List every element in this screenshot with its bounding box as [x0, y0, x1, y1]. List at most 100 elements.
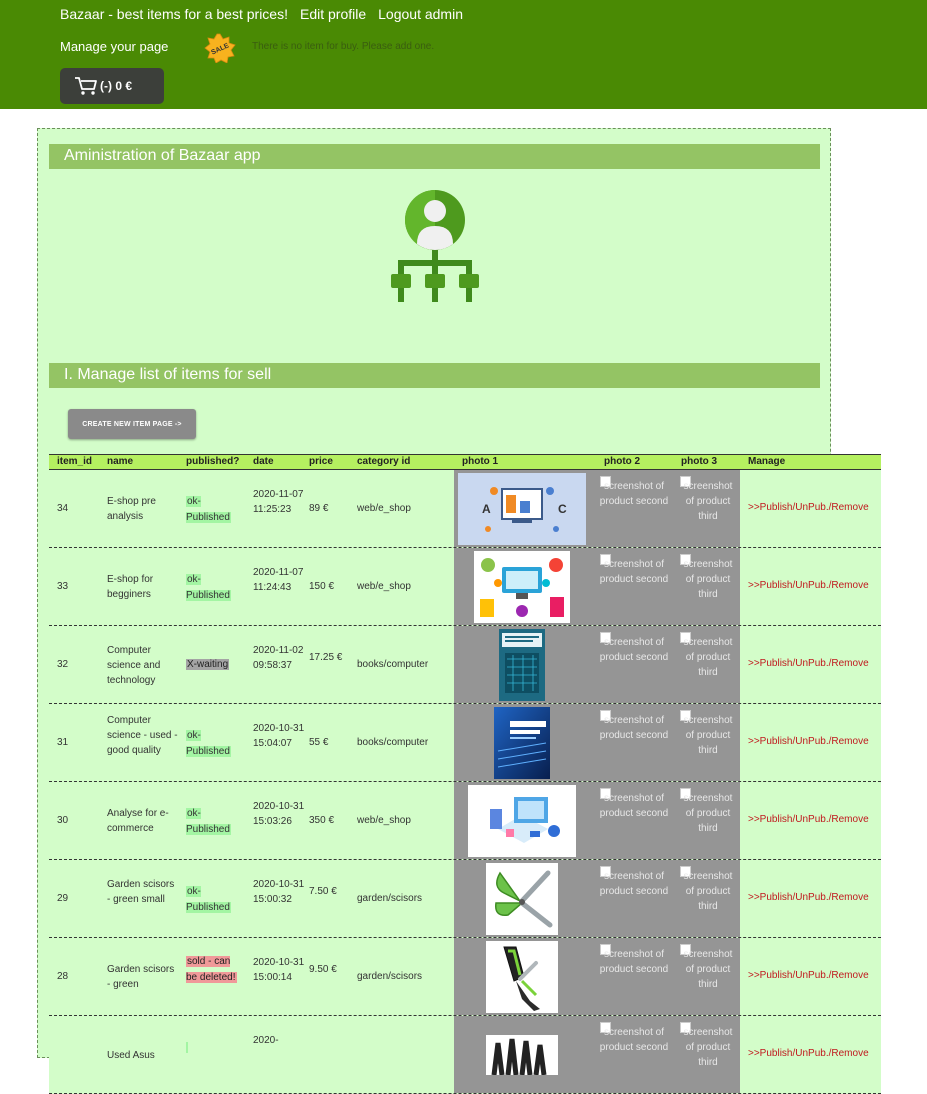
item-name: E-shop pre analysis — [107, 496, 156, 522]
item-id: 28 — [57, 971, 69, 982]
home-link[interactable]: Bazaar - best items for a best prices! — [60, 6, 288, 22]
manage-page-link[interactable]: Manage your page — [60, 39, 168, 54]
photo2-alt: screenshot of product second — [599, 637, 669, 663]
item-price: 7.50 € — [309, 886, 337, 897]
item-id: 29 — [57, 893, 69, 904]
publish-remove-link[interactable]: >>Publish/UnPub./Remove — [748, 502, 869, 513]
publish-status-cell: ok-Published — [186, 494, 242, 526]
photo2-cell: screenshot of product second — [590, 1016, 676, 1093]
item-name: Computer science and technology — [107, 644, 161, 686]
edit-profile-link[interactable]: Edit profile — [300, 6, 366, 22]
product-photo-1[interactable] — [486, 940, 558, 1013]
publish-remove-link[interactable]: >>Publish/UnPub./Remove — [748, 814, 869, 825]
admin-hierarchy-icon — [391, 190, 479, 302]
photo1-cell: AC — [454, 470, 590, 547]
table-row: Used Asus 2020- screenshot of product seco… — [49, 1016, 881, 1094]
photo2-cell: screenshot of product second — [590, 938, 676, 1015]
item-price: 350 € — [309, 815, 335, 826]
table-row: 34 E-shop pre analysis ok-Published 2020-11… — [49, 470, 881, 548]
item-category: web/e_shop — [357, 503, 411, 514]
photo3-cell: screenshot of product third — [676, 704, 740, 781]
photo2-alt: screenshot of product second — [599, 949, 669, 975]
product-photo-1[interactable] — [486, 862, 558, 935]
photo3-alt: screenshot of product third — [683, 481, 733, 522]
publish-status-cell: ok-Published — [186, 884, 242, 916]
photo1-cell — [454, 704, 590, 781]
product-photo-1[interactable] — [494, 706, 550, 779]
col-manage: Manage — [748, 456, 786, 467]
table-row: 29 Garden scisors - green small ok-Publish… — [49, 860, 881, 938]
cart-button[interactable]: (-) 0 € — [60, 68, 164, 104]
photo2-alt: screenshot of product second — [599, 793, 669, 819]
photo2-cell: screenshot of product second — [590, 704, 676, 781]
product-photo-1[interactable] — [499, 628, 545, 701]
photo1-cell — [454, 860, 590, 937]
publish-status-cell: sold - can be deleted! — [186, 954, 242, 986]
col-photo2: photo 2 — [604, 456, 641, 467]
photo2-alt: screenshot of product second — [599, 559, 669, 585]
photo2-cell: screenshot of product second — [590, 782, 676, 859]
publish-status-badge: ok-Published — [186, 574, 231, 601]
table-row: 33 E-shop for begginers ok-Published 2020-1… — [49, 548, 881, 626]
product-photo-1[interactable] — [486, 1034, 558, 1075]
photo1-cell — [454, 548, 590, 625]
item-date: 2020-11-07 11:25:23 — [253, 488, 304, 515]
item-id: 31 — [57, 737, 69, 748]
photo3-alt: screenshot of product third — [683, 1027, 733, 1068]
photo1-cell — [454, 938, 590, 1015]
photo3-alt: screenshot of product third — [683, 871, 733, 912]
item-category: web/e_shop — [357, 815, 411, 826]
photo1-cell — [454, 1016, 590, 1093]
top-bar: Bazaar - best items for a best prices! E… — [0, 0, 927, 109]
photo2-alt: screenshot of product second — [599, 1027, 669, 1053]
photo2-alt: screenshot of product second — [599, 481, 669, 507]
item-name: Used Asus — [107, 1049, 155, 1061]
publish-remove-link[interactable]: >>Publish/UnPub./Remove — [748, 970, 869, 981]
photo3-cell: screenshot of product third — [676, 860, 740, 937]
photo3-cell: screenshot of product third — [676, 626, 740, 703]
item-name: E-shop for begginers — [107, 574, 154, 600]
publish-remove-link[interactable]: >>Publish/UnPub./Remove — [748, 658, 869, 669]
table-row: 31 Computer science - used - good quality… — [49, 704, 881, 782]
publish-status-cell: ok-Published — [186, 806, 242, 838]
photo2-alt: screenshot of product second — [599, 871, 669, 897]
photo2-cell: screenshot of product second — [590, 548, 676, 625]
photo3-cell: screenshot of product third — [676, 548, 740, 625]
publish-remove-link[interactable]: >>Publish/UnPub./Remove — [748, 736, 869, 747]
item-name: Computer science - used - good quality — [107, 715, 178, 756]
item-date: 2020- — [253, 1034, 279, 1046]
publish-remove-link[interactable]: >>Publish/UnPub./Remove — [748, 1048, 869, 1059]
table-row: 30 Analyse for e-commerce ok-Published 2020… — [49, 782, 881, 860]
photo3-cell: screenshot of product third — [676, 470, 740, 547]
cart-icon — [75, 77, 97, 95]
photo2-cell: screenshot of product second — [590, 626, 676, 703]
item-category: books/computer — [357, 737, 429, 748]
publish-status-cell — [186, 1040, 242, 1056]
col-name: name — [107, 456, 134, 467]
item-category: books/computer — [357, 659, 429, 670]
photo3-alt: screenshot of product third — [683, 559, 733, 600]
publish-status-cell: ok-Published — [186, 728, 242, 760]
publish-status-badge — [186, 1042, 188, 1053]
col-photo3: photo 3 — [681, 456, 718, 467]
publish-remove-link[interactable]: >>Publish/UnPub./Remove — [748, 580, 869, 591]
item-name: Garden scisors - green small — [107, 878, 175, 905]
publish-status-cell: ok-Published — [186, 572, 242, 604]
publish-remove-link[interactable]: >>Publish/UnPub./Remove — [748, 892, 869, 903]
item-id: 34 — [57, 503, 69, 514]
item-price: 17.25 € — [309, 652, 343, 663]
sale-badge-icon: SALE — [204, 33, 236, 63]
cart-total: (-) 0 € — [100, 79, 133, 93]
item-id: 30 — [57, 815, 69, 826]
create-item-button[interactable]: CREATE NEW ITEM PAGE -> — [68, 409, 196, 439]
item-date: 2020-11-07 11:24:43 — [253, 566, 304, 593]
item-price: 150 € — [309, 581, 335, 592]
product-photo-1[interactable] — [474, 550, 570, 623]
svg-text:C: C — [558, 502, 567, 516]
publish-status-badge: ok-Published — [186, 496, 231, 523]
photo3-cell: screenshot of product third — [676, 1016, 740, 1093]
publish-status-cell: X-waiting — [186, 657, 242, 673]
product-photo-1[interactable]: AC — [458, 472, 586, 545]
product-photo-1[interactable] — [468, 784, 576, 857]
logout-link[interactable]: Logout admin — [378, 6, 463, 22]
